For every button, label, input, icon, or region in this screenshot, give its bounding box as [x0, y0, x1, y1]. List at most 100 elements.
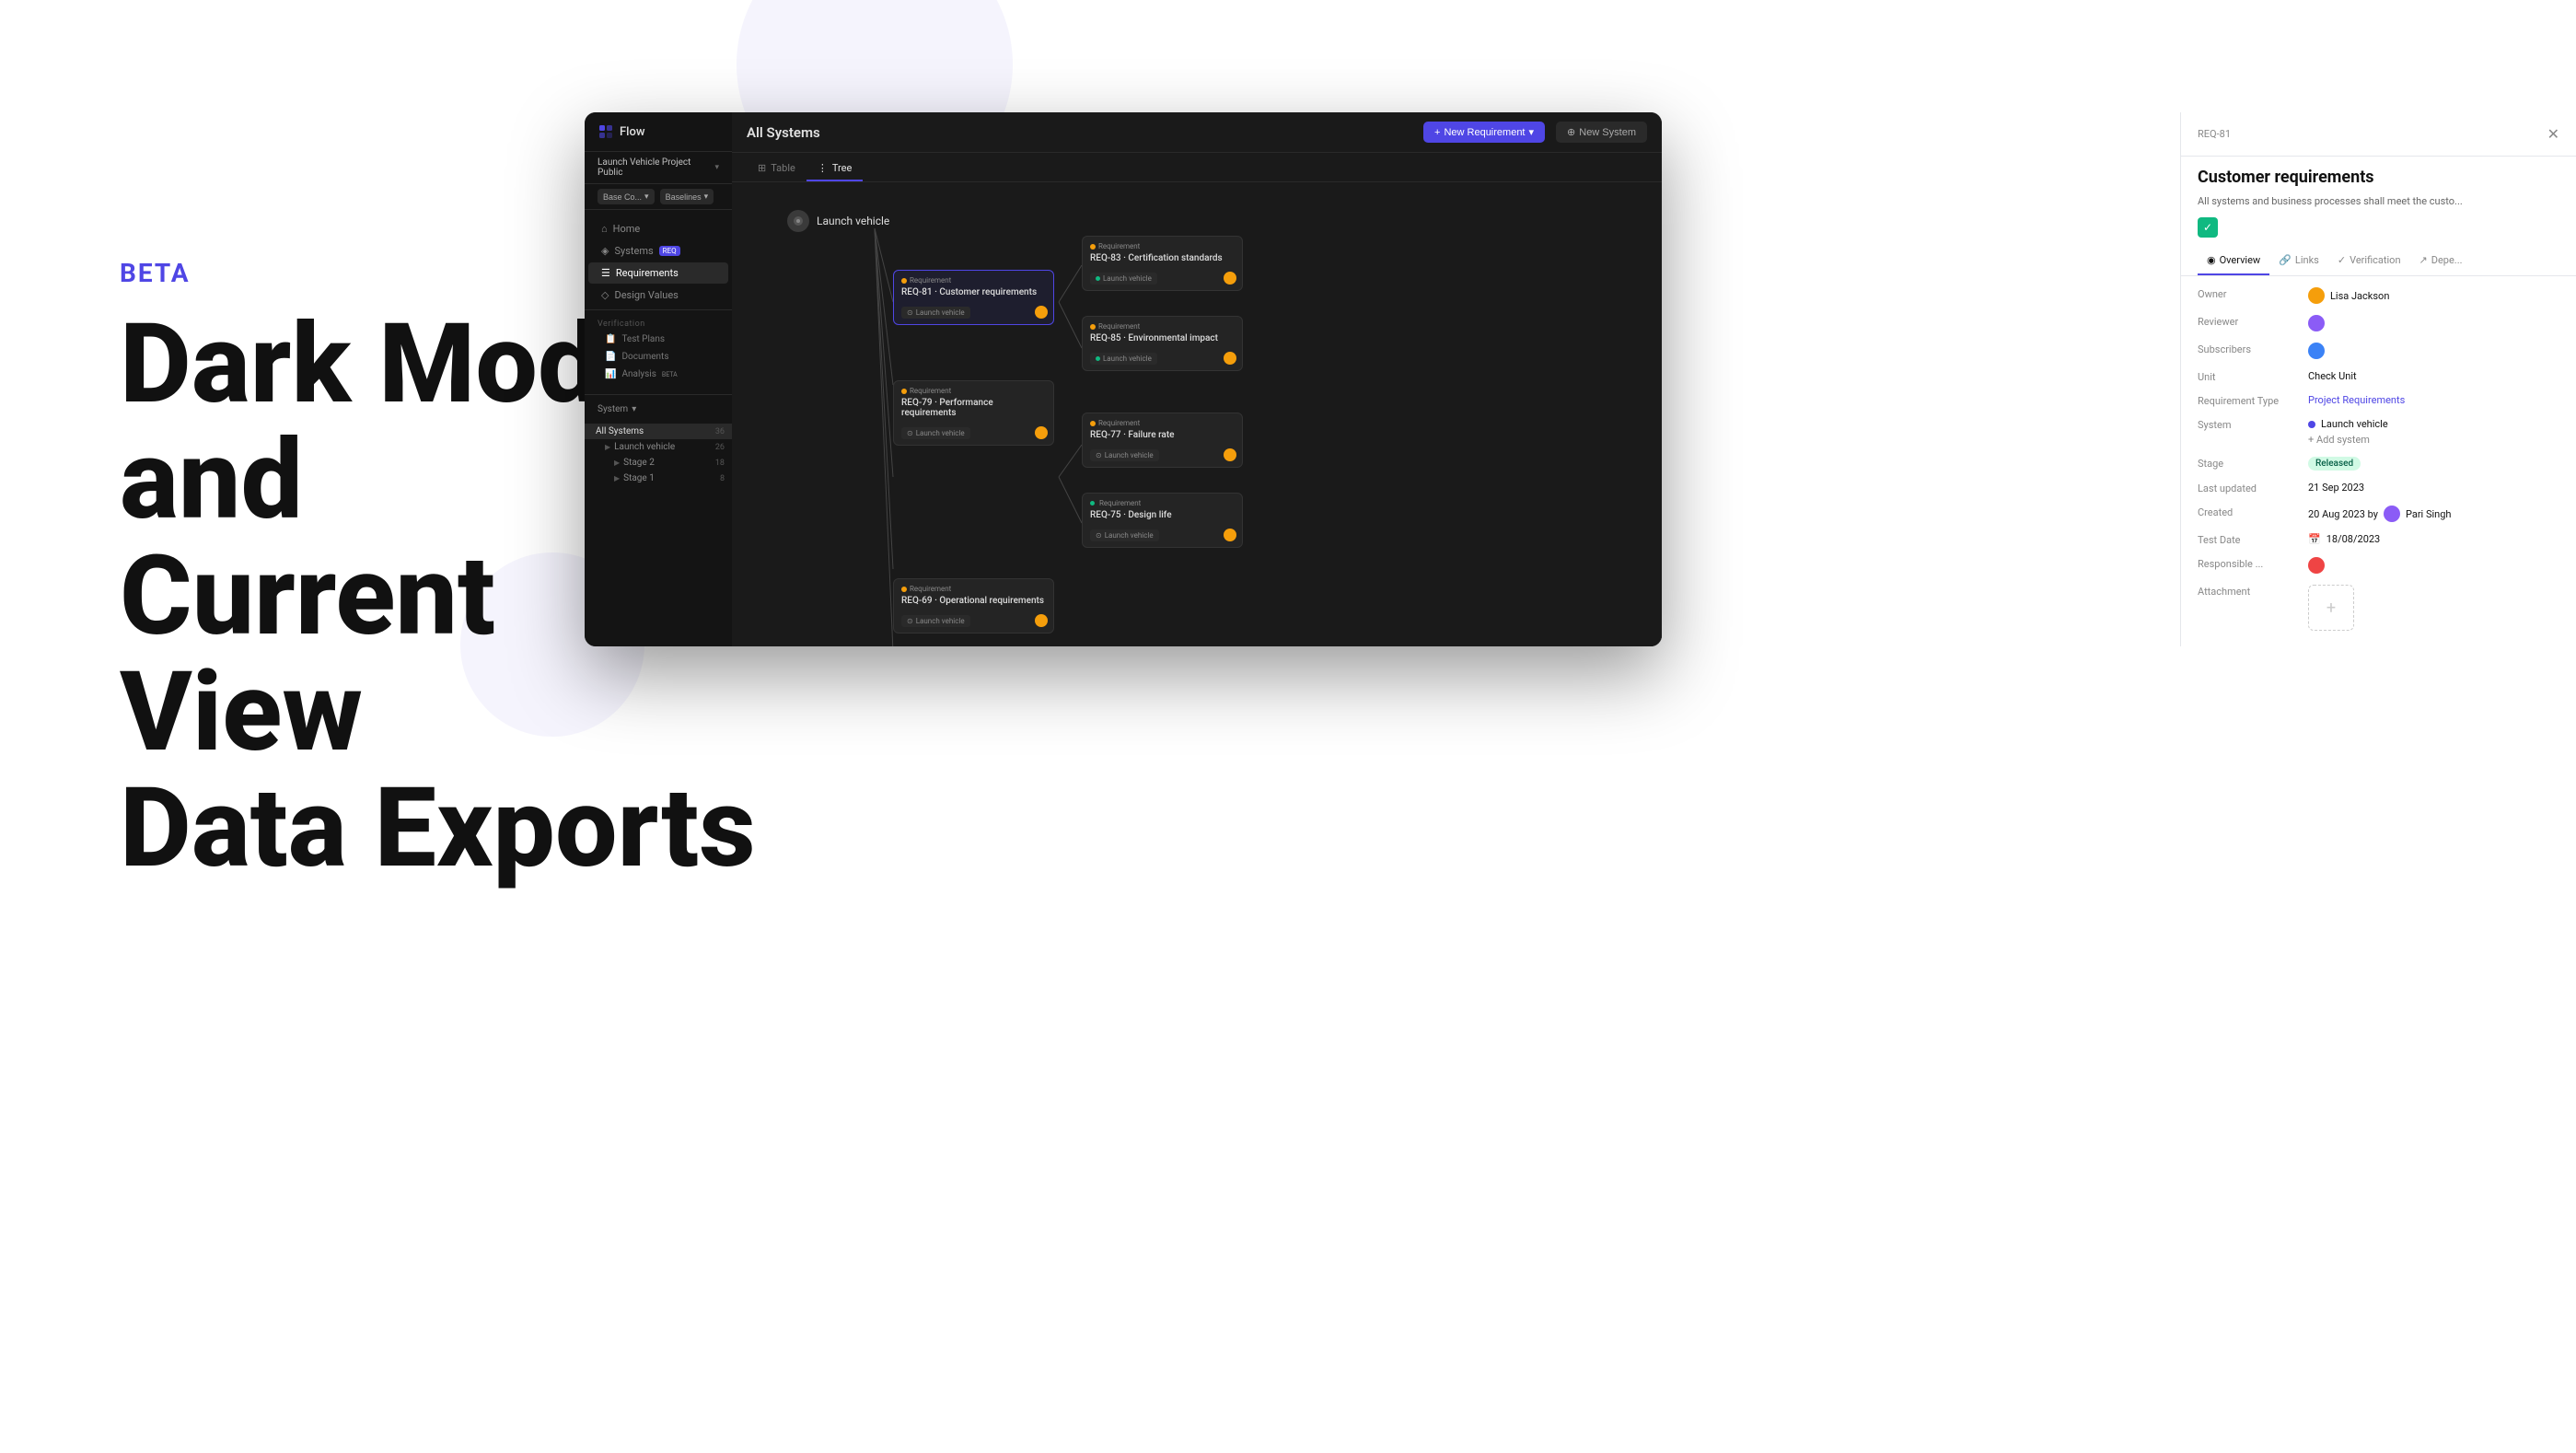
base-co-button[interactable]: Base Co... ▾ — [598, 189, 655, 204]
test-plans-icon: 📋 — [605, 334, 616, 344]
sidebar-item-home[interactable]: ⌂ Home — [588, 218, 728, 239]
card-title-75: REQ-75 · Design life — [1090, 510, 1235, 520]
check-icon: ✓ — [2198, 217, 2218, 238]
dot-icon-77 — [1090, 421, 1096, 426]
panel-tab-overview[interactable]: ◉ Overview — [2198, 247, 2269, 275]
stage1-count: 8 — [720, 474, 725, 483]
page-title: All Systems — [747, 124, 820, 141]
project-selector[interactable]: Launch Vehicle Project Public ▾ — [585, 152, 732, 184]
add-system-link[interactable]: + Add system — [2308, 434, 2388, 446]
req-card-81[interactable]: Requirement REQ-81 · Customer requiremen… — [893, 270, 1054, 325]
view-tabs: ⊞ Table ⋮ Tree — [732, 153, 1662, 182]
test-date-label: Test Date — [2198, 533, 2299, 546]
card-label-79: Requirement — [901, 387, 1046, 395]
field-owner: Owner Lisa Jackson — [2198, 287, 2559, 304]
system-dot-icon — [2308, 421, 2315, 428]
stage1-label: Stage 1 — [623, 473, 655, 483]
field-reviewer: Reviewer — [2198, 315, 2559, 331]
card-system-79: ⊙ Launch vehicle — [901, 427, 970, 439]
app-title: Flow — [620, 125, 645, 139]
new-system-button[interactable]: ⊕ New System — [1556, 122, 1647, 143]
panel-tab-depe[interactable]: ↗ Depe... — [2410, 247, 2472, 275]
main-content: All Systems + New Requirement ▾ ⊕ New Sy… — [732, 112, 1662, 646]
field-subscribers: Subscribers — [2198, 343, 2559, 359]
toolbar-actions: + New Requirement ▾ ⊕ New System — [1423, 122, 1647, 143]
created-label: Created — [2198, 506, 2299, 518]
card-title-85: REQ-85 · Environmental impact — [1090, 333, 1235, 343]
req-card-77[interactable]: Requirement REQ-77 · Failure rate ⊙ Laun… — [1082, 413, 1243, 468]
flow-logo: Flow — [598, 123, 645, 140]
req-card-83[interactable]: Requirement REQ-83 · Certification stand… — [1082, 236, 1243, 291]
responsible-label: Responsible ... — [2198, 557, 2299, 570]
tree-item-stage1[interactable]: ▶ Stage 1 8 — [585, 471, 732, 486]
card-title-83: REQ-83 · Certification standards — [1090, 253, 1235, 263]
tree-item-stage2[interactable]: ▶ Stage 2 18 — [585, 455, 732, 471]
req-card-69[interactable]: Requirement REQ-69 · Operational require… — [893, 578, 1054, 634]
card-system-69: ⊙ Launch vehicle — [901, 615, 970, 627]
table-icon: ⊞ — [758, 162, 766, 174]
overview-icon: ◉ — [2207, 254, 2216, 266]
tab-table[interactable]: ⊞ Table — [747, 157, 806, 181]
sidebar-item-requirements[interactable]: ☰ Requirements — [588, 262, 728, 284]
panel-tab-links[interactable]: 🔗 Links — [2269, 247, 2328, 275]
depe-icon: ↗ — [2419, 254, 2428, 266]
card-system-81: ⊙ Launch vehicle — [901, 307, 970, 319]
system-chevron-icon: ▾ — [632, 404, 636, 414]
dot-icon-83 — [1090, 244, 1096, 250]
tree-item-all-systems[interactable]: All Systems 36 — [585, 424, 732, 439]
sidebar-header: Flow — [585, 112, 732, 152]
req-card-75[interactable]: Requirement REQ-75 · Design life ⊙ Launc… — [1082, 493, 1243, 548]
system-selector[interactable]: System ▾ — [585, 399, 732, 420]
field-unit: Unit Check Unit — [2198, 370, 2559, 383]
sidebar-item-systems[interactable]: ◈ Systems REQ — [588, 240, 728, 262]
req-card-85[interactable]: Requirement REQ-85 · Environmental impac… — [1082, 316, 1243, 371]
app-window: Flow Launch Vehicle Project Public ▾ Bas… — [585, 112, 1662, 646]
close-button[interactable]: ✕ — [2547, 125, 2559, 143]
sidebar-item-documents[interactable]: 📄 Documents — [585, 348, 732, 366]
sidebar-item-test-plans[interactable]: 📋 Test Plans — [585, 331, 732, 348]
tree-section: All Systems 36 ▶ Launch vehicle 26 ▶ Sta… — [585, 420, 732, 490]
responsible-avatar — [2308, 557, 2325, 574]
avatar-75 — [1224, 529, 1236, 541]
subscribers-label: Subscribers — [2198, 343, 2299, 355]
all-systems-count: 36 — [715, 427, 725, 436]
card-title-79: REQ-79 · Performance requirements — [901, 398, 1046, 418]
dot-icon-79 — [901, 389, 907, 394]
card-label-85: Requirement — [1090, 322, 1235, 331]
panel-title: Customer requirements — [2181, 157, 2576, 194]
panel-tab-verification[interactable]: ✓ Verification — [2328, 247, 2410, 275]
sidebar-item-design-values[interactable]: ◇ Design Values — [588, 285, 728, 306]
stage2-label: Stage 2 — [623, 458, 655, 468]
field-stage: Stage Released — [2198, 457, 2559, 471]
stage2-count: 18 — [715, 459, 725, 468]
stage-value: Released — [2308, 457, 2361, 471]
field-system: System Launch vehicle + Add system — [2198, 418, 2559, 446]
req-type-value[interactable]: Project Requirements — [2308, 394, 2405, 406]
sidebar-item-analysis[interactable]: 📊 Analysis BETA — [585, 366, 732, 383]
card-label-75: Requirement — [1090, 499, 1235, 507]
reviewer-label: Reviewer — [2198, 315, 2299, 328]
card-title-81: REQ-81 · Customer requirements — [901, 287, 1046, 297]
tab-tree[interactable]: ⋮ Tree — [806, 157, 863, 181]
main-toolbar: All Systems + New Requirement ▾ ⊕ New Sy… — [732, 112, 1662, 153]
new-requirement-button[interactable]: + New Requirement ▾ — [1423, 122, 1545, 143]
req-type-label: Requirement Type — [2198, 394, 2299, 407]
dot-icon-85 — [1090, 324, 1096, 330]
field-last-updated: Last updated 21 Sep 2023 — [2198, 482, 2559, 494]
req-card-79[interactable]: Requirement REQ-79 · Performance require… — [893, 380, 1054, 446]
right-panel: REQ-81 ✕ Customer requirements All syste… — [2180, 112, 2576, 646]
tree-icon: ⋮ — [818, 162, 828, 174]
card-system-85: Launch vehicle — [1090, 353, 1157, 365]
requirements-icon: ☰ — [601, 267, 610, 279]
card-label-77: Requirement — [1090, 419, 1235, 427]
field-responsible: Responsible ... — [2198, 557, 2559, 574]
attachment-add-button[interactable]: + — [2308, 585, 2354, 631]
analysis-icon: 📊 — [605, 369, 616, 379]
verification-section-label: Verification — [585, 314, 732, 331]
avatar-85 — [1224, 352, 1236, 365]
system-selector-label: System — [598, 404, 628, 414]
baselines-button[interactable]: Baselines ▾ — [660, 189, 714, 204]
tree-arrow-s1: ▶ — [614, 474, 620, 482]
baselines-row: Base Co... ▾ Baselines ▾ — [585, 184, 732, 210]
tree-item-launch-vehicle[interactable]: ▶ Launch vehicle 26 — [585, 439, 732, 455]
